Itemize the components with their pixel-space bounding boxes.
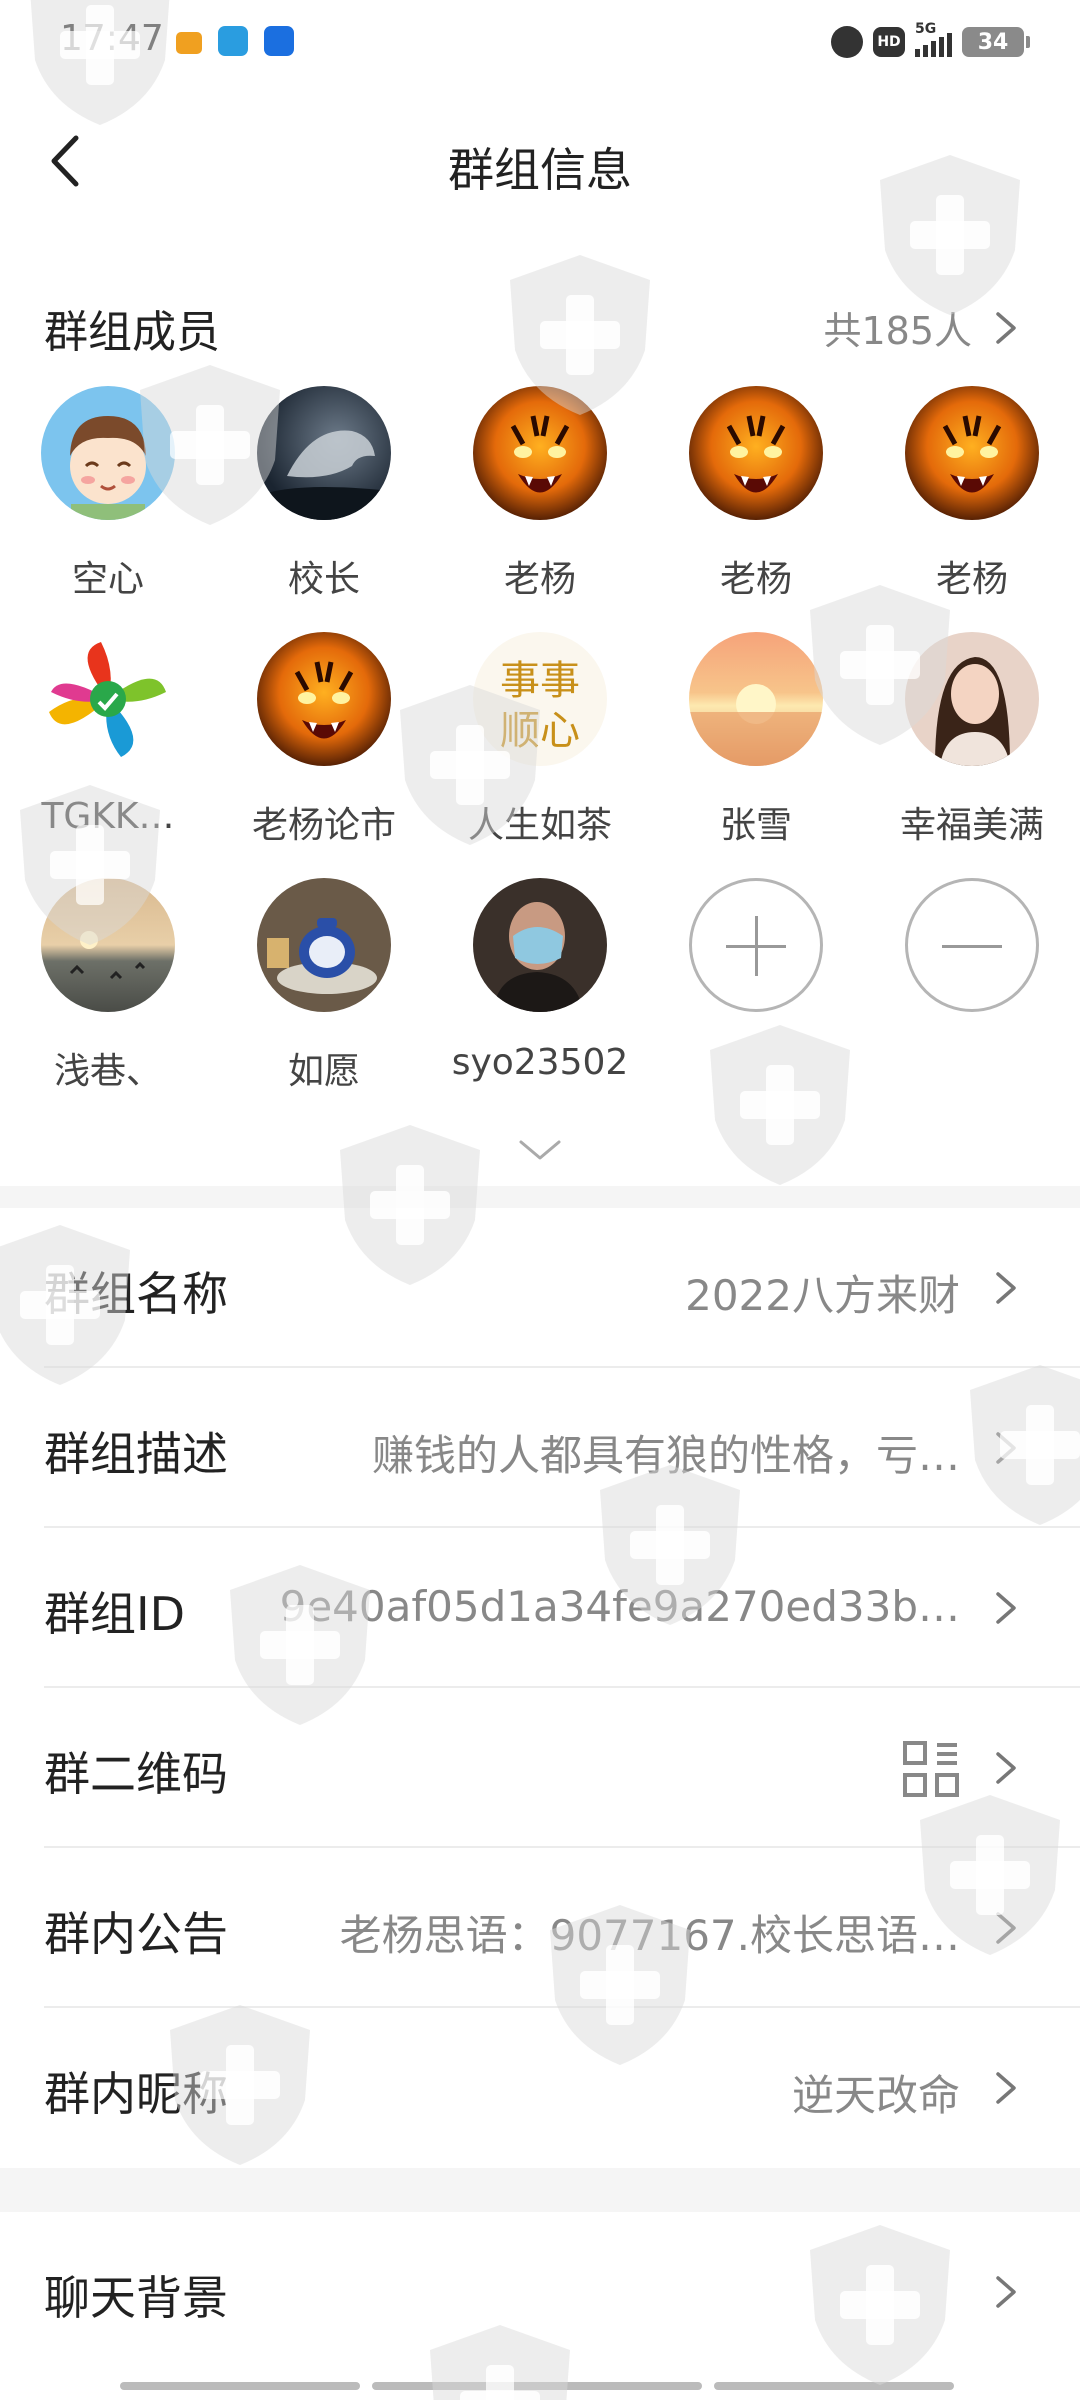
alarm-icon [831,26,863,58]
member-name: 浅巷、 [53,1051,162,1092]
row-label: 群组描述 [44,1427,228,1481]
avatar [689,632,823,766]
members-count: 共185人 [823,309,972,353]
member-name: 老杨论市 [251,805,396,846]
row-value: 2022八方来财 [685,1271,960,1320]
network-type: 5G [915,21,937,37]
avatar [257,878,391,1012]
section-divider [0,1186,1080,1208]
member-item[interactable]: 事事 顺心 人生如茶 [432,632,648,848]
row-label: 群组ID [44,1587,185,1641]
section-divider [0,2168,1080,2212]
member-item[interactable]: syo23502 [432,878,648,1083]
member-item[interactable]: 张雪 [648,632,864,848]
avatar: 事事 顺心 [473,632,607,766]
member-item[interactable]: 如愿 [216,878,432,1094]
scroll-indicator [120,2382,360,2390]
member-name: 幸福美满 [899,805,1044,846]
row-label: 群二维码 [44,1747,228,1801]
member-name: 老杨 [719,559,792,600]
members-title: 群组成员 [44,307,220,358]
row-value: 逆天改命 [791,2071,960,2120]
remove-member-button[interactable] [905,878,1039,1012]
avatar [41,632,175,766]
message-notification-icon [176,32,202,54]
remove-member-item[interactable] [864,878,1080,1012]
chevron-right-icon [996,1272,1016,1304]
chevron-right-icon [996,1592,1016,1624]
member-item[interactable]: 校长 [216,386,432,602]
chevron-right-icon [996,311,1016,344]
add-member-item[interactable] [648,878,864,1012]
watermark-shield-icon [700,1020,860,1190]
svg-text:顺心: 顺心 [500,708,580,754]
page-title: 群组信息 [448,143,632,197]
row-label: 聊天背景 [44,2271,228,2325]
avatar [473,878,607,1012]
scroll-indicator [714,2382,954,2390]
chevron-right-icon [996,2072,1016,2104]
minus-icon [942,945,1002,948]
avatar [689,386,823,520]
member-item[interactable]: 浅巷、 [0,878,216,1094]
hd-icon: HD [873,27,905,57]
chevron-down-icon [519,1140,561,1160]
member-name: syo23502 [451,1042,629,1083]
add-member-button[interactable] [689,878,823,1012]
status-icons: HD 5G 34 [831,21,1030,62]
avatar [905,632,1039,766]
chevron-right-icon [996,1752,1016,1784]
member-item[interactable]: 幸福美满 [864,632,1080,848]
member-name: 老杨 [503,559,576,600]
member-name: 校长 [287,559,360,600]
avatar [257,632,391,766]
row-value: 老杨思语：9077167.校长思语… [339,1911,960,1960]
row-value: 9e40af05d1a34fe9a270ed33b… [279,1582,960,1631]
member-name: 如愿 [287,1051,360,1092]
member-item[interactable]: TGKK… [0,632,216,837]
battery-icon: 34 [962,27,1030,57]
member-item[interactable]: 老杨 [864,386,1080,602]
member-item[interactable]: 老杨 [432,386,648,602]
status-time: 17:47 [60,18,164,59]
group-name-row[interactable]: 群组名称 2022八方来财 [0,1208,1080,1368]
member-item[interactable]: 老杨 [648,386,864,602]
chevron-right-icon [996,2276,1016,2308]
app-notification-icon [218,26,248,56]
member-name: 人生如茶 [467,805,612,846]
group-description-row[interactable]: 群组描述 赚钱的人都具有狼的性格，亏… [0,1368,1080,1528]
member-name: 张雪 [719,805,792,846]
row-label: 群组名称 [44,1267,228,1321]
member-name: 老杨 [935,559,1008,600]
chevron-right-icon [996,1912,1016,1944]
avatar [473,386,607,520]
qr-code-icon [903,1741,959,1797]
member-item[interactable]: 空心 [0,386,216,602]
avatar-calligraphy: 事事 [500,658,580,704]
chat-background-row[interactable]: 聊天背景 [0,2212,1080,2372]
member-name: TGKK… [41,796,175,837]
avatar [41,878,175,1012]
members-header: 群组成员 共185人 [0,286,1080,366]
group-notice-row[interactable]: 群内公告 老杨思语：9077167.校长思语… [0,1848,1080,2008]
members-count-link[interactable]: 共185人 [823,300,1024,355]
chevron-right-icon [996,1432,1016,1464]
group-nickname-row[interactable]: 群内昵称 逆天改命 [0,2008,1080,2168]
scroll-indicator [372,2382,702,2390]
member-item[interactable]: 老杨论市 [216,632,432,848]
nav-bar: 群组信息 [0,96,1080,226]
avatar [41,386,175,520]
expand-members-button[interactable] [515,1130,565,1170]
app-notification-icon [264,26,294,56]
status-bar: 17:47 HD 5G 34 [0,0,1080,86]
row-label: 群内昵称 [44,2067,228,2121]
row-value: 赚钱的人都具有狼的性格，亏… [371,1431,960,1480]
row-label: 群内公告 [44,1907,228,1961]
signal-icon: 5G [915,21,952,57]
avatar [905,386,1039,520]
group-qrcode-row[interactable]: 群二维码 [0,1688,1080,1848]
avatar [257,386,391,520]
group-id-row[interactable]: 群组ID 9e40af05d1a34fe9a270ed33b… [0,1528,1080,1688]
member-name: 空心 [71,559,144,600]
